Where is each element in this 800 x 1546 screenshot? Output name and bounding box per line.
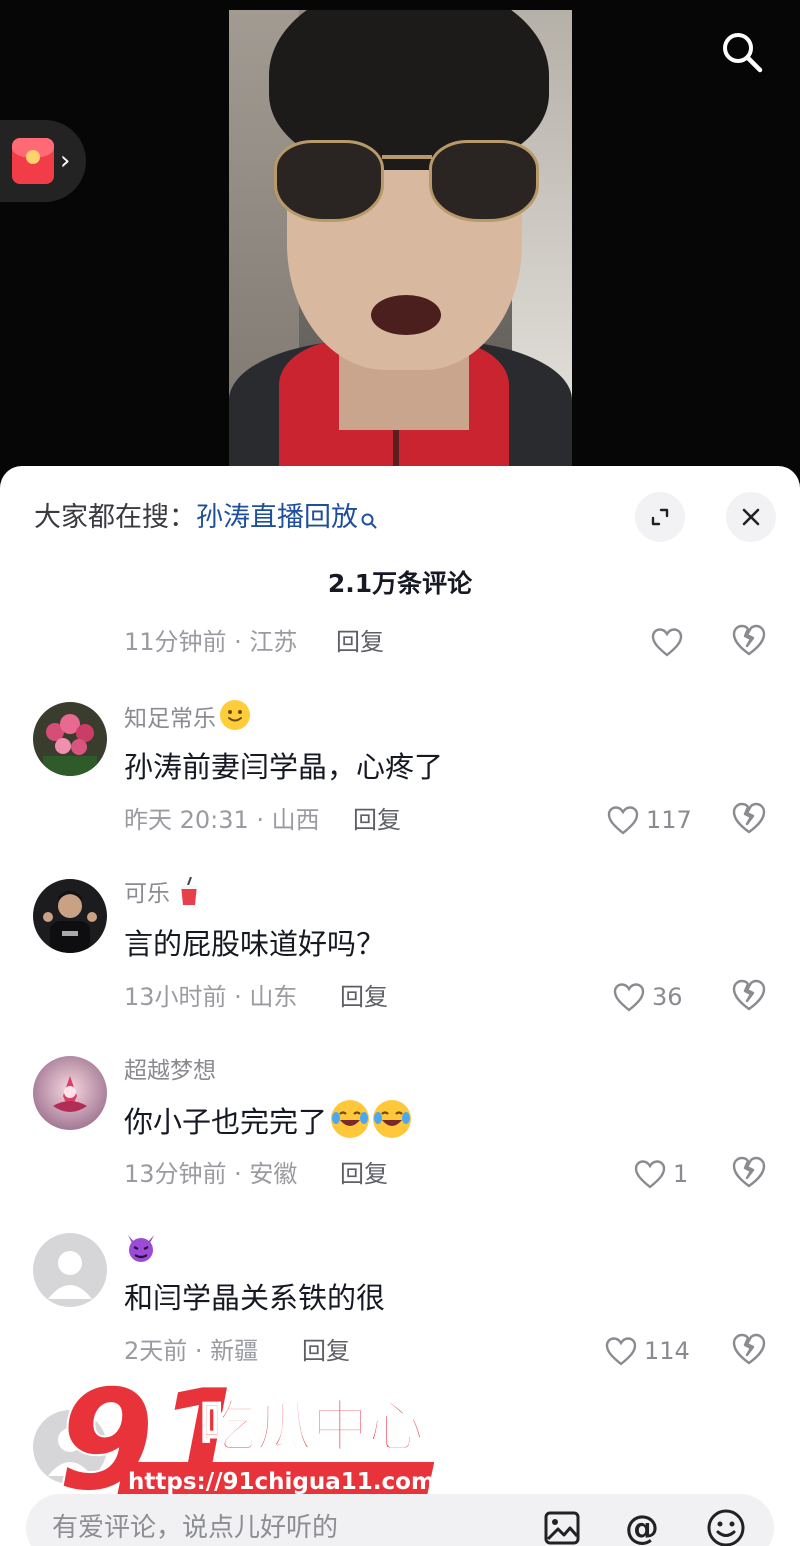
reply-button[interactable]: 回复 <box>340 1156 388 1192</box>
dislike-button[interactable] <box>730 977 768 1015</box>
reply-button[interactable]: 回复 <box>302 1333 350 1369</box>
drink-emoji-icon <box>178 876 200 917</box>
reply-button[interactable]: 回复 <box>340 979 388 1015</box>
avatar[interactable] <box>33 879 107 953</box>
comment-input[interactable]: 有爱评论，说点儿好听的 @ <box>26 1494 774 1546</box>
comment-meta: 11分钟前 · 江苏 <box>124 628 298 656</box>
list-item: 和闫学晶关系铁的很 2天前 · 新疆 回复 114 <box>0 1233 800 1403</box>
list-item: 可乐 言的屁股味道好吗？ 13小时前 · 山东 回复 36 <box>0 876 800 1049</box>
search-icon[interactable] <box>718 28 766 76</box>
broken-heart-icon <box>732 1333 766 1365</box>
comment-username: 可乐 <box>124 876 200 917</box>
like-button[interactable]: 1 <box>633 1154 688 1194</box>
like-button[interactable] <box>650 622 684 662</box>
comment-meta: 昨天 20:31 · 山西 <box>124 806 320 834</box>
comment-username <box>124 1231 158 1275</box>
dislike-button[interactable] <box>730 800 768 838</box>
broken-heart-icon <box>732 1156 766 1188</box>
video-frame <box>229 10 572 480</box>
comment-text: 和闫学晶关系铁的很 <box>124 1281 386 1315</box>
laugh-cry-emoji-icon <box>373 1100 412 1138</box>
smile-emoji-icon <box>220 700 250 730</box>
like-button[interactable]: 117 <box>606 800 692 840</box>
dislike-button[interactable] <box>730 1154 768 1192</box>
watermark-brand: 吃瓜中心 <box>199 1394 425 1461</box>
heart-icon <box>651 628 683 657</box>
dislike-button[interactable] <box>730 622 768 660</box>
comment-meta: 13分钟前 · 安徽 <box>124 1160 298 1188</box>
comment-sheet: 大家都在搜：孙涛直播回放 2.1万条评论 11分钟前 · 江苏 回复 知足常乐 … <box>0 466 800 1546</box>
mention-icon[interactable]: @ <box>620 1506 664 1546</box>
comment-username: 知足常乐 <box>124 700 250 736</box>
like-count: 36 <box>652 983 683 1011</box>
reply-button[interactable]: 回复 <box>353 802 401 838</box>
devil-emoji-icon <box>124 1231 158 1275</box>
comment-username: 超越梦想 <box>124 1058 216 1084</box>
svg-text:@: @ <box>625 1508 659 1546</box>
like-button[interactable]: 36 <box>612 977 683 1017</box>
red-envelope-button[interactable]: › <box>0 120 86 202</box>
avatar[interactable] <box>33 1056 107 1130</box>
list-item: 11分钟前 · 江苏 回复 <box>0 524 800 694</box>
comment-text: 孙涛前妻闫学晶，心疼了 <box>124 750 444 784</box>
heart-icon <box>605 1337 637 1366</box>
image-icon[interactable] <box>540 1506 584 1546</box>
list-item: 超越梦想 你小子也完完了 13分钟前 · 安徽 回复 1 <box>0 1056 800 1226</box>
heart-icon <box>634 1160 666 1189</box>
comment-meta: 13小时前 · 山东 <box>124 983 298 1011</box>
heart-icon <box>607 806 639 835</box>
broken-heart-icon <box>732 624 766 656</box>
comment-text: 言的屁股味道好吗？ <box>124 927 386 961</box>
dislike-button[interactable] <box>730 1331 768 1369</box>
emoji-icon[interactable] <box>704 1506 748 1546</box>
like-count: 1 <box>673 1160 689 1188</box>
broken-heart-icon <box>732 802 766 834</box>
broken-heart-icon <box>732 979 766 1011</box>
laugh-cry-emoji-icon <box>331 1100 370 1138</box>
heart-icon <box>613 983 645 1012</box>
chevron-right-icon: › <box>60 146 71 176</box>
like-count: 114 <box>644 1337 690 1365</box>
like-count: 117 <box>646 806 692 834</box>
video-player[interactable]: › <box>0 0 800 480</box>
comment-input-placeholder: 有爱评论，说点儿好听的 <box>52 1513 339 1543</box>
list-item: 知足常乐 孙涛前妻闫学晶，心疼了 昨天 20:31 · 山西 回复 117 <box>0 700 800 872</box>
avatar[interactable] <box>33 1410 107 1484</box>
red-envelope-icon <box>12 138 54 184</box>
comment-meta: 2天前 · 新疆 <box>124 1337 259 1365</box>
avatar[interactable] <box>33 1233 107 1307</box>
like-button[interactable]: 114 <box>604 1331 690 1371</box>
avatar[interactable] <box>33 702 107 776</box>
reply-button[interactable]: 回复 <box>336 624 384 660</box>
comment-text: 你小子也完完了 <box>124 1100 412 1143</box>
